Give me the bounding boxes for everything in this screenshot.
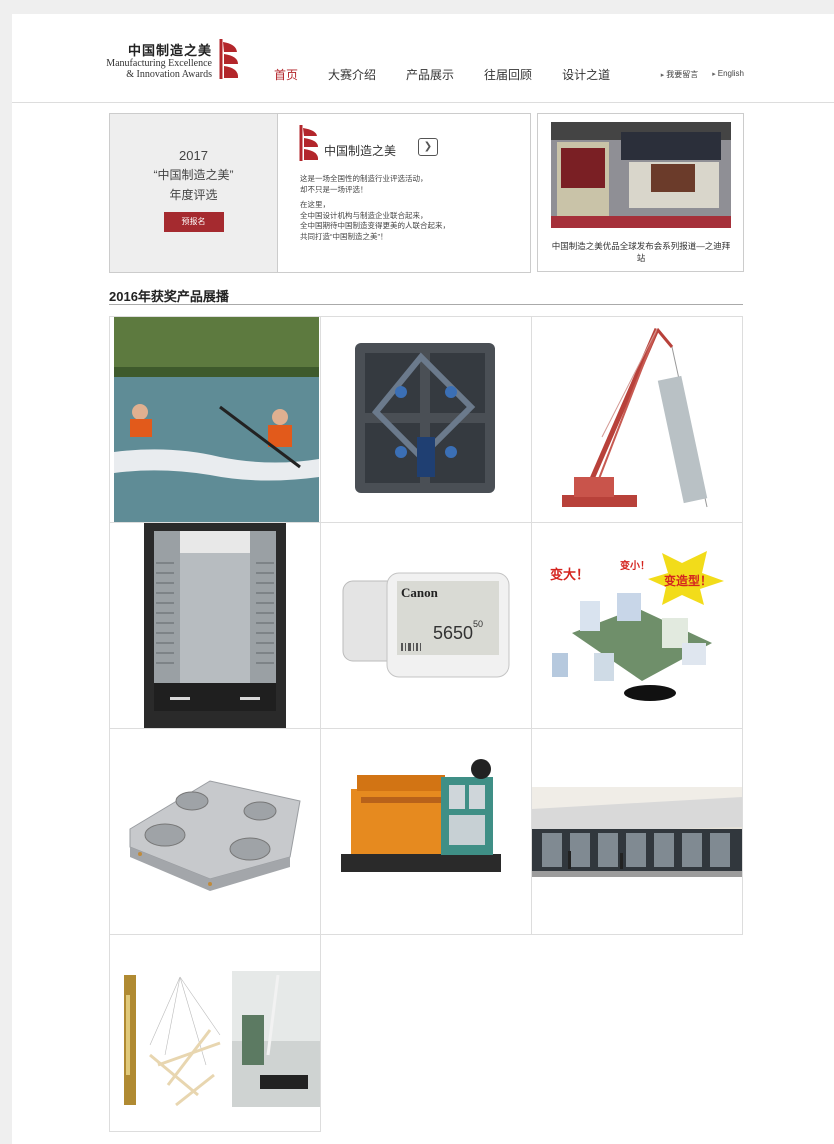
utility-links: 我要留言 English (647, 69, 744, 80)
promo-year: 2017 (179, 148, 208, 163)
product-card-elevator-cabin[interactable] (109, 522, 321, 729)
news-card[interactable]: 中国制造之美优品全球发布会系列报道—之迪拜站 (537, 113, 744, 272)
booth-tag-bigger: 变大！ (550, 567, 589, 583)
brand-mark-icon (299, 125, 319, 161)
promo-registration-panel: 2017 “中国制造之美” 年度评选 预报名 (110, 114, 278, 272)
generator-image[interactable] (321, 729, 531, 934)
crane-image[interactable] (532, 317, 742, 522)
brand-name: 中国制造之美 (324, 144, 397, 158)
english-link[interactable]: English (712, 69, 744, 80)
chevron-right-icon[interactable]: ❯ (418, 138, 438, 156)
shelf-label-image[interactable]: Canon 5650 50 (321, 523, 531, 728)
booth-tag-smaller: 变小！ (620, 559, 650, 572)
product-card-kayak[interactable] (109, 316, 321, 523)
lamp-image[interactable] (110, 935, 320, 1131)
promo-text-line: 这是一场全国性的制造行业评选活动， (300, 174, 428, 183)
booth-tag-reshape: 变造型！ (664, 573, 712, 588)
promo-box: 2017 “中国制造之美” 年度评选 预报名 中国制造之美 ❯ 这是一场全国性的… (109, 113, 531, 273)
page: 中国制造之美 Manufacturing Excellence & Innova… (12, 14, 834, 1144)
promo-title: “中国制造之美” (153, 168, 234, 182)
nav-past-review[interactable]: 往届回顾 (484, 66, 532, 83)
product-card-showroom-building[interactable] (531, 728, 743, 935)
nav-design-way[interactable]: 设计之道 (562, 66, 610, 83)
promo-subtitle: 年度评选 (169, 188, 218, 202)
promo-text-line: 在这里， (300, 200, 330, 209)
logo-en-line2: & Innovation Awards (126, 69, 212, 80)
product-card-diesel-generator[interactable] (320, 728, 532, 935)
clamping-plate-image[interactable] (110, 729, 320, 934)
showcase-title: 2016年获奖产品展播 (109, 289, 229, 304)
led-panel-image[interactable] (321, 317, 531, 522)
pre-register-button[interactable]: 预报名 (163, 212, 224, 232)
label-price-text: 5650 (433, 623, 473, 643)
promo-text-line: 共同打造“中国制造之美”！ (300, 231, 388, 241)
label-brand-text: Canon (401, 585, 439, 600)
news-caption[interactable]: 中国制造之美优品全球发布会系列报道—之迪拜站 (548, 240, 734, 264)
site-logo[interactable]: 中国制造之美 Manufacturing Excellence & Innova… (106, 38, 240, 86)
elevator-image[interactable] (110, 523, 320, 728)
product-card-led-display-panel[interactable] (320, 316, 532, 523)
guestbook-link[interactable]: 我要留言 (661, 69, 698, 80)
product-card-clamping-plate[interactable] (109, 728, 321, 935)
product-card-pendant-lamp[interactable] (109, 934, 321, 1132)
showroom-image[interactable] (532, 729, 742, 934)
promo-intro-panel: 中国制造之美 ❯ 这是一场全国性的制造行业评选活动， 却不只是一场评选！ 在这里… (278, 114, 530, 272)
promo-text-line: 全中国期待中国制造变得更美的人联合起来， (300, 221, 450, 230)
nav-products[interactable]: 产品展示 (406, 66, 454, 83)
nav-home[interactable]: 首页 (274, 66, 298, 83)
label-cents-text: 50 (473, 619, 483, 629)
product-card-modular-booth[interactable]: 变大！ 变小！ 变造型！ (531, 522, 743, 729)
logo-mark-icon (219, 39, 239, 79)
logo-zh: 中国制造之美 (127, 44, 212, 59)
news-photo[interactable] (551, 122, 731, 228)
kayak-image[interactable] (110, 317, 320, 522)
logo-en-line1: Manufacturing Excellence (106, 58, 212, 69)
section-divider (109, 304, 743, 305)
main-nav: 首页 大赛介绍 产品展示 往届回顾 设计之道 (274, 66, 640, 83)
promo-text-line: 却不只是一场评选！ (300, 184, 368, 194)
site-header: 中国制造之美 Manufacturing Excellence & Innova… (12, 14, 834, 103)
product-card-electronic-shelf-label[interactable]: Canon 5650 50 (320, 522, 532, 729)
promo-description: 这是一场全国性的制造行业评选活动， 却不只是一场评选！ 在这里， 全中国设计机构… (300, 174, 520, 247)
promo-text-line: 全中国设计机构与制造企业联合起来， (300, 210, 428, 220)
booth-image[interactable]: 变大！ 变小！ 变造型！ (532, 523, 742, 728)
nav-contest-intro[interactable]: 大赛介绍 (328, 66, 376, 83)
product-card-crawler-crane[interactable] (531, 316, 743, 523)
